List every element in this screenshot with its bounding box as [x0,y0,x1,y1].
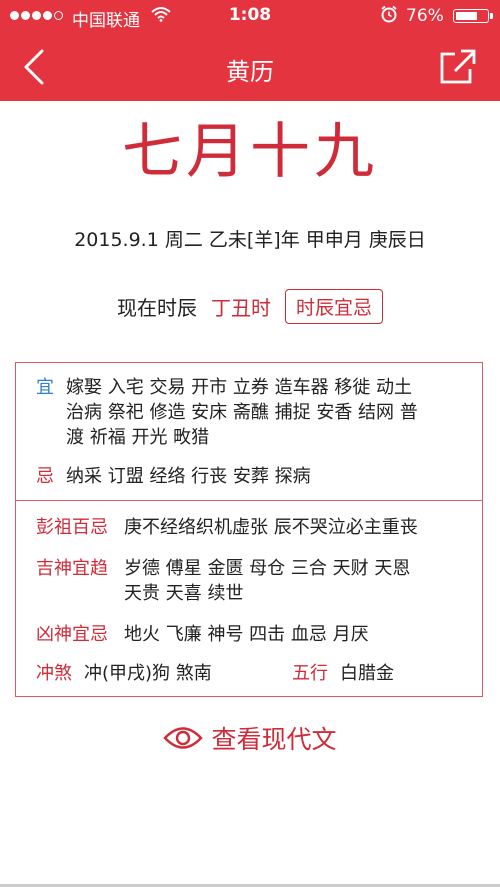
share-out-icon [440,49,476,84]
ji-content: 纳采 订盟 经络 行丧 安葬 探病 [66,466,311,487]
view-modern-text-label: 查看现代文 [211,725,337,754]
wuxing-content: 白腊金 [340,663,394,684]
top-bar: 中国联通 1:08 76% 黄历 [0,0,500,101]
eye-icon [163,727,204,749]
jishen-content: 岁德 傅星 金匮 母仓 三合 天财 天恩 天贵 天喜 续世 [124,556,474,606]
jishen-line: 岁德 傅星 金匮 母仓 三合 天财 天恩 [124,558,411,579]
ji-label: 忌 [36,466,54,487]
view-modern-text-button[interactable]: 查看现代文 [0,717,500,759]
gregorian-date-line: 2015.9.1 周二 乙未[羊]年 甲申月 庚辰日 [74,229,426,251]
lunar-date: 七月十九 [122,117,378,187]
battery-icon [453,9,493,23]
shichen-value: 丁丑时 [210,295,271,320]
share-button[interactable] [437,47,477,85]
page-title: 黄历 [226,58,274,86]
chongsha-label: 冲煞 [36,663,72,684]
yi-line: 治病 祭祀 修造 安床 斋醮 捕捉 安香 结网 普 [66,402,418,423]
almanac-box: 宜 嫁娶 入宅 交易 开市 立券 造车器 移徙 动土 治病 祭祀 修造 安床 斋… [15,362,483,697]
yi-line: 渡 祈福 开光 畋猎 [66,427,210,448]
yi-content: 嫁娶 入宅 交易 开市 立券 造车器 移徙 动土 治病 祭祀 修造 安床 斋醮 … [66,375,476,450]
jishen-line: 天贵 天喜 续世 [124,583,244,604]
pengzu-content: 庚不经络织机虚张 辰不哭泣必主重丧 [124,517,418,538]
xiongshen-label: 凶神宜忌 [36,624,108,645]
alarm-clock-icon [380,5,398,28]
xiongshen-content: 地火 飞廉 神号 四击 血忌 月厌 [124,624,369,645]
shichen-yiji-button[interactable]: 时辰宜忌 [284,288,383,324]
battery-percent: 76% [406,6,444,26]
current-shichen-row: 现在时辰 丁丑时 时辰宜忌 [0,287,500,325]
section-divider [16,500,482,501]
shichen-label: 现在时辰 [116,295,197,320]
chongsha-content: 冲(甲戌)狗 煞南 [84,663,212,684]
status-bar: 中国联通 1:08 76% [0,0,500,34]
pengzu-label: 彭祖百忌 [36,517,108,538]
jishen-label: 吉神宜趋 [36,558,108,579]
yi-label: 宜 [36,377,54,398]
wuxing-label: 五行 [292,663,328,684]
yi-line: 嫁娶 入宅 交易 开市 立券 造车器 移徙 动土 [66,377,413,398]
